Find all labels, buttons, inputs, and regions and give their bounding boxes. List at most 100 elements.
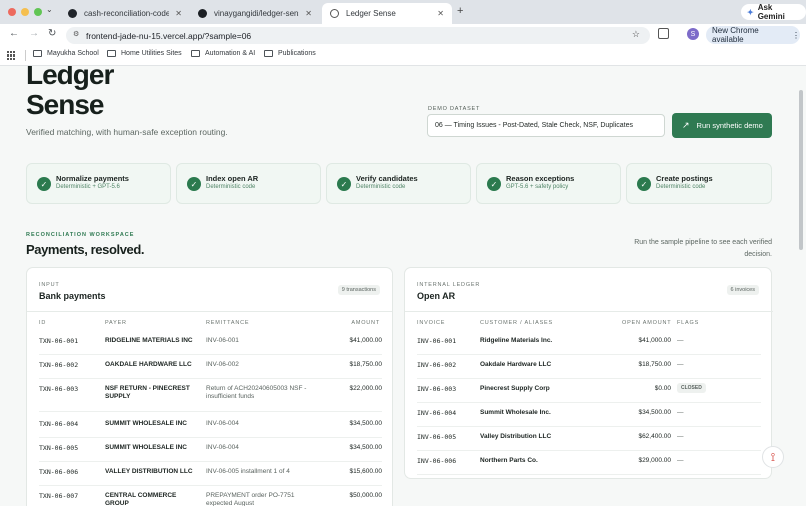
table-row[interactable]: TXN-06-002 OAKDALE HARDWARE LLC INV-06-002… bbox=[39, 355, 382, 379]
tab-strip: ⌄ cash-reconciliation-codex ✕ vinaygangi… bbox=[0, 0, 806, 24]
payer-name: NSF RETURN - PINECREST bbox=[105, 385, 190, 392]
close-tab-icon[interactable]: ✕ bbox=[437, 9, 444, 18]
step-subtitle: Deterministic code bbox=[356, 184, 406, 190]
address-bar[interactable]: ⚙ frontend-jade-nu-15.vercel.app/?sample… bbox=[66, 27, 650, 44]
payer-name: VALLEY DISTRIBUTION LLC bbox=[105, 468, 193, 475]
run-synthetic-demo-button[interactable]: ↗ Run synthetic demo bbox=[672, 113, 772, 138]
tab-github[interactable]: vinaygangidi/ledger-sense: A ✕ bbox=[190, 3, 320, 24]
globe-favicon-icon bbox=[330, 9, 339, 18]
step-index-open-ar: ✓ Index open AR Deterministic code bbox=[176, 163, 321, 204]
col-payer: PAYER bbox=[105, 320, 127, 326]
invoice-id: INV-06-003 bbox=[417, 385, 457, 393]
customer-name: Ridgeline Materials Inc. bbox=[480, 337, 553, 344]
invoice-count-badge: 6 invoices bbox=[726, 285, 759, 295]
remittance-text: INV-06-001 bbox=[206, 337, 239, 344]
chevron-down-icon[interactable]: ⌄ bbox=[46, 5, 53, 14]
minimize-window-button[interactable] bbox=[21, 8, 29, 16]
step-subtitle: Deterministic code bbox=[656, 184, 706, 190]
divider bbox=[405, 311, 773, 312]
new-chrome-available-button[interactable]: New Chrome available ⋮ bbox=[706, 26, 800, 44]
app-title: Ledger Sense bbox=[26, 66, 114, 120]
col-remittance: REMITTANCE bbox=[206, 320, 250, 326]
check-icon: ✓ bbox=[337, 177, 351, 191]
extensions-icon[interactable] bbox=[658, 28, 669, 39]
open-amount: $62,400.00 bbox=[638, 433, 671, 440]
step-create-postings: ✓ Create postings Deterministic code bbox=[626, 163, 772, 204]
open-amount: $29,000.00 bbox=[638, 457, 671, 464]
flag-text: — bbox=[677, 361, 684, 368]
forward-icon[interactable]: → bbox=[29, 28, 39, 39]
col-id: ID bbox=[39, 320, 47, 326]
bookmark-mayukha-school[interactable]: Mayukha School bbox=[33, 50, 99, 57]
demo-dataset-select[interactable]: 06 — Timing Issues - Post-Dated, Stale C… bbox=[427, 114, 665, 137]
open-amount: $34,500.00 bbox=[638, 409, 671, 416]
remittance-text: PREPAYMENT order PO-7751 bbox=[206, 492, 295, 499]
table-row[interactable]: TXN-06-007 CENTRAL COMMERCE GROUP PREPAYMEN… bbox=[39, 486, 382, 506]
flag-text: — bbox=[677, 433, 684, 440]
check-icon: ✓ bbox=[187, 177, 201, 191]
table-row[interactable]: INV-06-002 Oakdale Hardware LLC $18,750.00… bbox=[417, 355, 761, 379]
remittance-text-continued: expected August bbox=[206, 500, 255, 506]
step-subtitle: Deterministic code bbox=[206, 184, 256, 190]
flag-badge: CLOSED bbox=[677, 383, 706, 393]
step-title: Index open AR bbox=[206, 174, 259, 183]
maximize-window-button[interactable] bbox=[34, 8, 42, 16]
workspace-hint-line-1: Run the sample pipeline to see each veri… bbox=[634, 239, 772, 246]
open-amount: $0.00 bbox=[654, 385, 671, 392]
back-icon[interactable]: ← bbox=[9, 28, 19, 39]
tagline: Verified matching, with human-safe excep… bbox=[26, 127, 228, 137]
folder-icon bbox=[33, 50, 42, 57]
step-title: Verify candidates bbox=[356, 174, 418, 183]
arrow-up-right-icon: ↗ bbox=[682, 120, 690, 130]
pdf-icon[interactable]: ⟟ bbox=[762, 446, 784, 468]
bookmark-home-utilities[interactable]: Home Utilities Sites bbox=[107, 50, 182, 57]
remittance-text: INV-06-005 installment 1 of 4 bbox=[206, 468, 290, 475]
url-text: frontend-jade-nu-15.vercel.app/?sample=0… bbox=[86, 30, 252, 41]
new-tab-button[interactable]: + bbox=[457, 5, 463, 17]
open-amount: $41,000.00 bbox=[638, 337, 671, 344]
remittance-text: Return of ACH20240605003 NSF - bbox=[206, 385, 307, 392]
apps-grid-icon[interactable] bbox=[7, 51, 16, 60]
close-tab-icon[interactable]: ✕ bbox=[305, 9, 312, 18]
table-row[interactable]: TXN-06-001 RIDGELINE MATERIALS INC INV-06-… bbox=[39, 331, 382, 355]
table-row[interactable]: TXN-06-003 NSF RETURN - PINECREST SUPPLY Re… bbox=[39, 379, 382, 412]
table-row[interactable]: INV-06-004 Summit Wholesale Inc. $34,500.0… bbox=[417, 403, 761, 427]
table-row[interactable]: INV-06-005 Valley Distribution LLC $62,400… bbox=[417, 427, 761, 451]
open-amount: $18,750.00 bbox=[638, 361, 671, 368]
ask-gemini-button[interactable]: ✦ Ask Gemini bbox=[741, 3, 806, 21]
col-amount: AMOUNT bbox=[351, 320, 380, 326]
star-icon[interactable]: ☆ bbox=[632, 29, 640, 40]
bookmark-automation-ai[interactable]: Automation & AI bbox=[191, 50, 255, 57]
amount: $34,500.00 bbox=[349, 420, 382, 427]
table-row[interactable]: TXN-06-004 SUMMIT WHOLESALE INC INV-06-004… bbox=[39, 414, 382, 438]
table-row[interactable]: INV-06-006 Northern Parts Co. $29,000.00 — bbox=[417, 451, 761, 475]
app-title-line-2: Sense bbox=[26, 89, 105, 120]
payer-name-continued: SUPPLY bbox=[105, 393, 131, 400]
step-verify-candidates: ✓ Verify candidates Deterministic code bbox=[326, 163, 471, 204]
table-row[interactable]: TXN-06-006 VALLEY DISTRIBUTION LLC INV-06-… bbox=[39, 462, 382, 486]
close-window-button[interactable] bbox=[8, 8, 16, 16]
col-invoice: INVOICE bbox=[417, 320, 446, 326]
bookmark-publications[interactable]: Publications bbox=[264, 50, 316, 57]
profile-avatar[interactable]: S bbox=[687, 28, 699, 40]
close-tab-icon[interactable]: ✕ bbox=[175, 9, 182, 18]
page-scrollbar[interactable] bbox=[799, 90, 803, 250]
github-favicon-icon bbox=[198, 9, 207, 18]
openai-favicon-icon bbox=[68, 9, 77, 18]
invoice-id: INV-06-002 bbox=[417, 361, 457, 369]
bank-eyebrow: INPUT bbox=[39, 282, 60, 288]
check-icon: ✓ bbox=[37, 177, 51, 191]
step-title: Create postings bbox=[656, 174, 713, 183]
table-row[interactable]: TXN-06-005 SUMMIT WHOLESALE INC INV-06-004… bbox=[39, 438, 382, 462]
tab-cash-reconciliation[interactable]: cash-reconciliation-codex ✕ bbox=[60, 3, 190, 24]
tab-ledger-sense[interactable]: Ledger Sense ✕ bbox=[322, 3, 452, 24]
table-row[interactable]: INV-06-003 Pinecrest Supply Corp $0.00 CLOS… bbox=[417, 379, 761, 403]
tab-title: vinaygangidi/ledger-sense: A bbox=[214, 9, 299, 18]
reload-icon[interactable]: ↻ bbox=[48, 28, 56, 39]
bookmarks-bar: Mayukha School Home Utilities Sites Auto… bbox=[0, 46, 806, 66]
bookmark-label: Mayukha School bbox=[47, 50, 99, 57]
payer-name: RIDGELINE MATERIALS INC bbox=[105, 337, 193, 344]
transaction-count-badge: 9 transactions bbox=[337, 285, 380, 295]
table-row[interactable]: INV-06-001 Ridgeline Materials Inc. $41,00… bbox=[417, 331, 761, 355]
site-info-icon[interactable]: ⚙ bbox=[73, 30, 79, 38]
